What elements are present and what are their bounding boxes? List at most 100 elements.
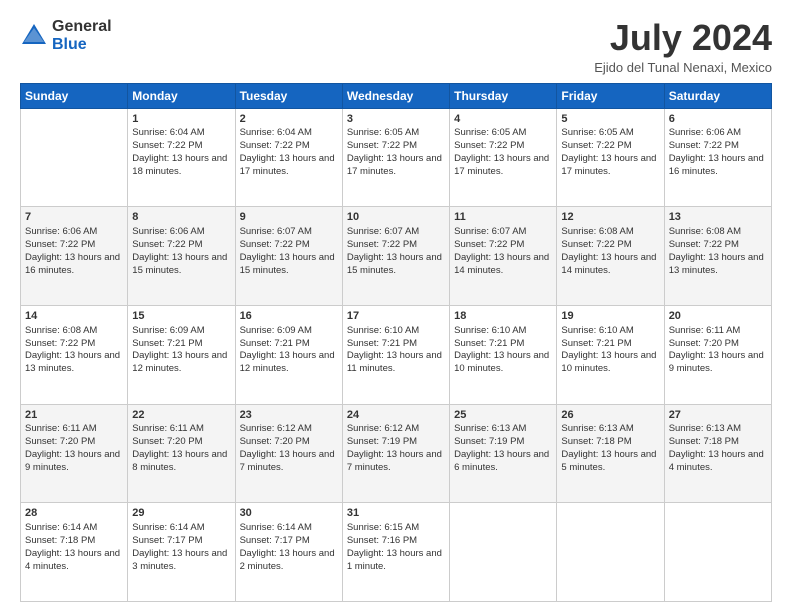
sunset-text: Sunset: 7:22 PM <box>132 239 202 250</box>
daylight-text: Daylight: 13 hours and 16 minutes. <box>669 153 764 177</box>
calendar-cell <box>557 503 664 602</box>
sunset-text: Sunset: 7:22 PM <box>25 239 95 250</box>
sunset-text: Sunset: 7:19 PM <box>347 436 417 447</box>
sunrise-text: Sunrise: 6:04 AM <box>240 127 312 138</box>
calendar-cell: 25 Sunrise: 6:13 AM Sunset: 7:19 PM Dayl… <box>450 404 557 503</box>
day-number: 29 <box>132 506 230 521</box>
sunset-text: Sunset: 7:22 PM <box>240 239 310 250</box>
sunset-text: Sunset: 7:22 PM <box>347 140 417 151</box>
sunrise-text: Sunrise: 6:13 AM <box>669 423 741 434</box>
sunrise-text: Sunrise: 6:04 AM <box>132 127 204 138</box>
day-number: 2 <box>240 112 338 127</box>
sunset-text: Sunset: 7:18 PM <box>561 436 631 447</box>
daylight-text: Daylight: 13 hours and 4 minutes. <box>25 548 120 572</box>
day-number: 14 <box>25 309 123 324</box>
sunrise-text: Sunrise: 6:11 AM <box>25 423 97 434</box>
daylight-text: Daylight: 13 hours and 2 minutes. <box>240 548 335 572</box>
col-friday: Friday <box>557 83 664 108</box>
calendar-cell: 15 Sunrise: 6:09 AM Sunset: 7:21 PM Dayl… <box>128 305 235 404</box>
calendar-table: Sunday Monday Tuesday Wednesday Thursday… <box>20 83 772 602</box>
daylight-text: Daylight: 13 hours and 14 minutes. <box>561 252 656 276</box>
col-saturday: Saturday <box>664 83 771 108</box>
daylight-text: Daylight: 13 hours and 14 minutes. <box>454 252 549 276</box>
calendar-cell: 31 Sunrise: 6:15 AM Sunset: 7:16 PM Dayl… <box>342 503 449 602</box>
sunset-text: Sunset: 7:19 PM <box>454 436 524 447</box>
calendar-cell: 3 Sunrise: 6:05 AM Sunset: 7:22 PM Dayli… <box>342 108 449 207</box>
daylight-text: Daylight: 13 hours and 7 minutes. <box>347 449 442 473</box>
day-number: 9 <box>240 210 338 225</box>
week-row-4: 21 Sunrise: 6:11 AM Sunset: 7:20 PM Dayl… <box>21 404 772 503</box>
day-number: 10 <box>347 210 445 225</box>
calendar-cell: 7 Sunrise: 6:06 AM Sunset: 7:22 PM Dayli… <box>21 207 128 306</box>
daylight-text: Daylight: 13 hours and 11 minutes. <box>347 350 442 374</box>
day-number: 24 <box>347 408 445 423</box>
col-tuesday: Tuesday <box>235 83 342 108</box>
daylight-text: Daylight: 13 hours and 15 minutes. <box>347 252 442 276</box>
calendar-cell: 12 Sunrise: 6:08 AM Sunset: 7:22 PM Dayl… <box>557 207 664 306</box>
sunset-text: Sunset: 7:17 PM <box>240 535 310 546</box>
calendar-cell: 21 Sunrise: 6:11 AM Sunset: 7:20 PM Dayl… <box>21 404 128 503</box>
daylight-text: Daylight: 13 hours and 17 minutes. <box>561 153 656 177</box>
sunrise-text: Sunrise: 6:05 AM <box>454 127 526 138</box>
daylight-text: Daylight: 13 hours and 17 minutes. <box>240 153 335 177</box>
sunrise-text: Sunrise: 6:05 AM <box>347 127 419 138</box>
calendar-cell: 4 Sunrise: 6:05 AM Sunset: 7:22 PM Dayli… <box>450 108 557 207</box>
week-row-1: 1 Sunrise: 6:04 AM Sunset: 7:22 PM Dayli… <box>21 108 772 207</box>
day-number: 7 <box>25 210 123 225</box>
calendar-cell: 11 Sunrise: 6:07 AM Sunset: 7:22 PM Dayl… <box>450 207 557 306</box>
col-thursday: Thursday <box>450 83 557 108</box>
day-number: 1 <box>132 112 230 127</box>
daylight-text: Daylight: 13 hours and 12 minutes. <box>132 350 227 374</box>
col-sunday: Sunday <box>21 83 128 108</box>
calendar-cell: 30 Sunrise: 6:14 AM Sunset: 7:17 PM Dayl… <box>235 503 342 602</box>
daylight-text: Daylight: 13 hours and 10 minutes. <box>454 350 549 374</box>
daylight-text: Daylight: 13 hours and 9 minutes. <box>669 350 764 374</box>
sunrise-text: Sunrise: 6:06 AM <box>132 226 204 237</box>
sunset-text: Sunset: 7:22 PM <box>25 338 95 349</box>
sunrise-text: Sunrise: 6:14 AM <box>240 522 312 533</box>
sunset-text: Sunset: 7:22 PM <box>132 140 202 151</box>
col-wednesday: Wednesday <box>342 83 449 108</box>
sunrise-text: Sunrise: 6:11 AM <box>669 325 741 336</box>
day-number: 16 <box>240 309 338 324</box>
day-number: 28 <box>25 506 123 521</box>
sunset-text: Sunset: 7:21 PM <box>132 338 202 349</box>
calendar-cell: 16 Sunrise: 6:09 AM Sunset: 7:21 PM Dayl… <box>235 305 342 404</box>
calendar-cell: 13 Sunrise: 6:08 AM Sunset: 7:22 PM Dayl… <box>664 207 771 306</box>
sunrise-text: Sunrise: 6:10 AM <box>454 325 526 336</box>
daylight-text: Daylight: 13 hours and 8 minutes. <box>132 449 227 473</box>
daylight-text: Daylight: 13 hours and 3 minutes. <box>132 548 227 572</box>
day-number: 12 <box>561 210 659 225</box>
location: Ejido del Tunal Nenaxi, Mexico <box>594 60 772 75</box>
sunset-text: Sunset: 7:20 PM <box>132 436 202 447</box>
sunrise-text: Sunrise: 6:13 AM <box>561 423 633 434</box>
sunrise-text: Sunrise: 6:09 AM <box>240 325 312 336</box>
calendar-cell: 6 Sunrise: 6:06 AM Sunset: 7:22 PM Dayli… <box>664 108 771 207</box>
daylight-text: Daylight: 13 hours and 18 minutes. <box>132 153 227 177</box>
day-number: 3 <box>347 112 445 127</box>
sunset-text: Sunset: 7:22 PM <box>347 239 417 250</box>
week-row-5: 28 Sunrise: 6:14 AM Sunset: 7:18 PM Dayl… <box>21 503 772 602</box>
logo-blue: Blue <box>52 36 112 54</box>
sunset-text: Sunset: 7:21 PM <box>347 338 417 349</box>
calendar-cell: 17 Sunrise: 6:10 AM Sunset: 7:21 PM Dayl… <box>342 305 449 404</box>
sunset-text: Sunset: 7:22 PM <box>454 140 524 151</box>
sunrise-text: Sunrise: 6:14 AM <box>132 522 204 533</box>
day-number: 22 <box>132 408 230 423</box>
calendar-cell: 18 Sunrise: 6:10 AM Sunset: 7:21 PM Dayl… <box>450 305 557 404</box>
logo-icon <box>20 22 48 50</box>
day-number: 31 <box>347 506 445 521</box>
sunset-text: Sunset: 7:22 PM <box>669 140 739 151</box>
sunrise-text: Sunrise: 6:05 AM <box>561 127 633 138</box>
week-row-2: 7 Sunrise: 6:06 AM Sunset: 7:22 PM Dayli… <box>21 207 772 306</box>
sunrise-text: Sunrise: 6:08 AM <box>25 325 97 336</box>
calendar-cell: 27 Sunrise: 6:13 AM Sunset: 7:18 PM Dayl… <box>664 404 771 503</box>
calendar-cell <box>664 503 771 602</box>
daylight-text: Daylight: 13 hours and 17 minutes. <box>347 153 442 177</box>
daylight-text: Daylight: 13 hours and 13 minutes. <box>669 252 764 276</box>
month-title: July 2024 <box>594 18 772 58</box>
daylight-text: Daylight: 13 hours and 1 minute. <box>347 548 442 572</box>
calendar-cell: 8 Sunrise: 6:06 AM Sunset: 7:22 PM Dayli… <box>128 207 235 306</box>
sunset-text: Sunset: 7:22 PM <box>561 140 631 151</box>
sunset-text: Sunset: 7:20 PM <box>25 436 95 447</box>
